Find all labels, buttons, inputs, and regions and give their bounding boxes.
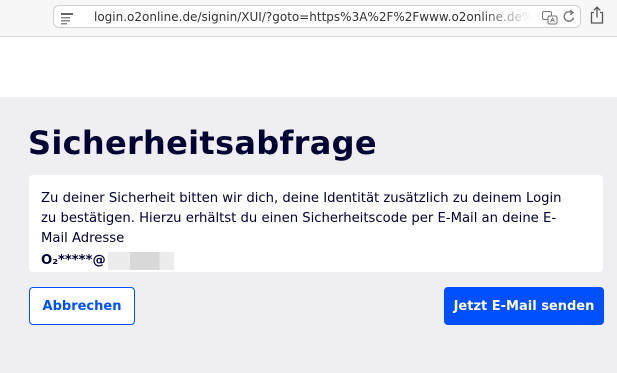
email-address: O₂*****@ — [41, 251, 581, 271]
share-icon[interactable] — [590, 6, 604, 28]
url-text[interactable]: login.o2online.de/signin/XUI/?goto=https… — [94, 9, 532, 25]
reader-mode-icon[interactable] — [60, 10, 74, 29]
reload-icon[interactable] — [562, 9, 576, 28]
cancel-button[interactable]: Abbrechen — [29, 287, 135, 325]
translate-icon[interactable] — [542, 10, 558, 29]
info-card: Zu deiner Sicherheit bitten wir dich, de… — [29, 175, 603, 272]
email-visible-part: O₂*****@ — [41, 253, 106, 268]
send-email-button[interactable]: Jetzt E-Mail senden — [444, 287, 604, 325]
page-title: Sicherheitsabfrage — [28, 124, 377, 162]
email-redacted-block — [107, 252, 174, 270]
header-area — [0, 37, 617, 97]
address-bar[interactable]: login.o2online.de/signin/XUI/?goto=https… — [53, 5, 581, 28]
security-description: Zu deiner Sicherheit bitten wir dich, de… — [41, 191, 562, 246]
browser-toolbar: login.o2online.de/signin/XUI/?goto=https… — [0, 0, 617, 37]
